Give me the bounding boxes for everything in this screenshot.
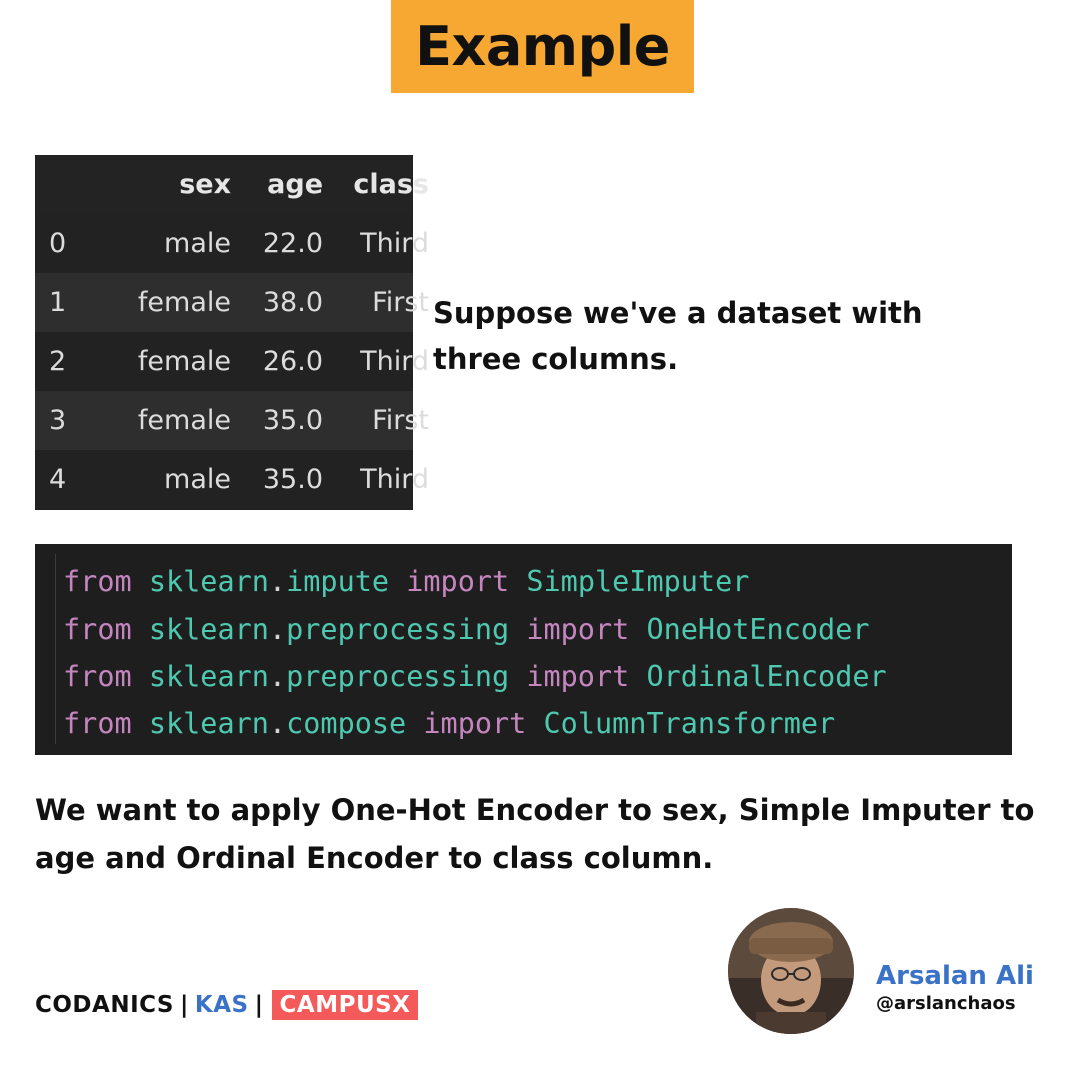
table-cell-sex: male xyxy=(164,228,231,259)
table-cell-class: Third xyxy=(360,228,429,259)
table-cell-sex: male xyxy=(164,464,231,495)
explanation-text: We want to apply One-Hot Encoder to sex,… xyxy=(35,793,1035,875)
code-module: sklearn xyxy=(148,660,269,693)
table-cell-index: 2 xyxy=(49,346,67,377)
code-keyword-from: from xyxy=(63,565,132,598)
code-module: sklearn xyxy=(148,565,269,598)
table-cell-sex: female xyxy=(137,346,231,377)
brand-separator: | xyxy=(254,992,264,1018)
code-line: from sklearn.preprocessing import Ordina… xyxy=(63,660,887,693)
table-cell-index: 0 xyxy=(49,228,67,259)
branding-footer: CODANICS | KAS | CAMPUSX xyxy=(35,988,419,1022)
brand-separator: | xyxy=(180,992,189,1018)
author-name: Arsalan Ali xyxy=(876,961,1034,991)
table-cell-sex: female xyxy=(137,287,231,318)
code-class-name: OrdinalEncoder xyxy=(646,660,887,693)
code-keyword-from: from xyxy=(63,660,132,693)
table-cell-age: 35.0 xyxy=(262,405,323,436)
author-handle: @arslanchaos xyxy=(876,993,1016,1014)
table-row: 3 female 35.0 First xyxy=(35,391,429,450)
table-cell-class: Third xyxy=(360,464,429,495)
table-cell-class: Third xyxy=(360,346,429,377)
code-module: sklearn xyxy=(148,707,269,740)
table-cell-index: 4 xyxy=(49,464,67,495)
table-cell-age: 38.0 xyxy=(262,287,323,318)
brand-campusx: CAMPUSX xyxy=(271,990,419,1020)
title-banner: Example xyxy=(391,0,694,93)
code-class-name: ColumnTransformer xyxy=(543,707,836,740)
code-keyword-import: import xyxy=(406,565,510,598)
code-keyword-import: import xyxy=(423,707,527,740)
code-submodule: impute xyxy=(286,565,390,598)
code-submodule: preprocessing xyxy=(286,613,510,646)
table-cell-class: First xyxy=(372,405,429,436)
indent-guide xyxy=(55,554,56,744)
code-block: from sklearn.impute import SimpleImputer… xyxy=(35,544,1012,755)
header-cell-age: age xyxy=(267,169,323,200)
dataset-description: Suppose we've a dataset with three colum… xyxy=(433,296,923,376)
page-title: Example xyxy=(415,15,670,78)
header-cell-index xyxy=(49,155,89,214)
table-header-row: sex age class xyxy=(35,155,429,214)
author-avatar xyxy=(728,908,854,1034)
code-keyword-import: import xyxy=(526,660,630,693)
dataframe-table: sex age class 0 male 22.0 Third 1 female… xyxy=(35,155,429,510)
code-line: from sklearn.compose import ColumnTransf… xyxy=(63,707,836,740)
table-cell-index: 1 xyxy=(49,287,67,318)
code-class-name: OneHotEncoder xyxy=(646,613,870,646)
code-submodule: preprocessing xyxy=(286,660,510,693)
code-line: from sklearn.impute import SimpleImputer xyxy=(63,565,750,598)
code-keyword-from: from xyxy=(63,707,132,740)
code-class-name: SimpleImputer xyxy=(526,565,750,598)
table-row: 2 female 26.0 Third xyxy=(35,332,429,391)
header-cell-class: class xyxy=(353,169,429,200)
table-row: 4 male 35.0 Third xyxy=(35,450,429,509)
code-submodule: compose xyxy=(286,707,407,740)
code-module: sklearn xyxy=(148,613,269,646)
table-cell-age: 22.0 xyxy=(262,228,323,259)
code-line: from sklearn.preprocessing import OneHot… xyxy=(63,613,870,646)
brand-kas: KAS xyxy=(194,992,249,1018)
table-row: 1 female 38.0 First xyxy=(35,273,429,332)
table-cell-age: 35.0 xyxy=(262,464,323,495)
table-cell-age: 26.0 xyxy=(262,346,323,377)
header-cell-sex: sex xyxy=(179,169,231,200)
code-keyword-import: import xyxy=(526,613,630,646)
brand-codanics: CODANICS xyxy=(35,992,175,1018)
avatar-photo-icon xyxy=(728,908,854,1034)
code-keyword-from: from xyxy=(63,613,132,646)
table-row: 0 male 22.0 Third xyxy=(35,214,429,273)
table-cell-sex: female xyxy=(137,405,231,436)
table-cell-index: 3 xyxy=(49,405,67,436)
table-cell-class: First xyxy=(372,287,429,318)
